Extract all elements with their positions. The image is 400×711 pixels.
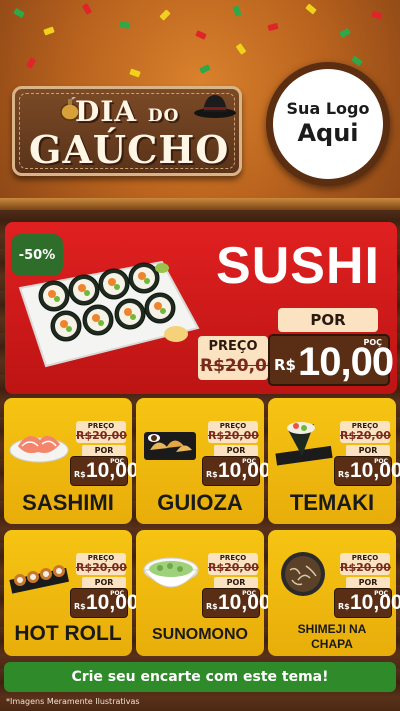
hat-icon [194, 95, 236, 118]
product-price-box: R$ 10,00 POÇ [202, 456, 271, 486]
event-title-badge: DIA DO GAÚCHO [12, 86, 242, 176]
product-old-price-box: PREÇO R$20,00 [340, 421, 391, 443]
product-card: PREÇO R$20,00 POR R$ 10,00 POÇ TEMAKI [268, 398, 400, 524]
product-old-price: R$20,00 [208, 429, 259, 442]
product-old-price: R$20,00 [340, 429, 391, 442]
discount-badge: -50% [11, 234, 63, 276]
product-card: PREÇO R$20,00 POR R$ 10,00 POÇ GUIOZA [136, 398, 271, 524]
product-currency: R$ [338, 470, 350, 479]
product-card: PREÇO R$20,00 POR R$ 10,00 POÇ HOT ROLL [4, 530, 139, 656]
product-poc: POÇ [110, 590, 124, 597]
confetti [267, 22, 279, 32]
product-card: PREÇO R$20,00 POR R$ 10,00 POÇ SUNOMONO [136, 530, 271, 656]
product-old-price: R$20,00 [76, 561, 127, 574]
featured-currency: R$ [274, 356, 296, 374]
product-old-price-box: PREÇO R$20,00 [208, 421, 259, 443]
product-price-box: R$ 10,00 POÇ [70, 456, 139, 486]
hot-roll-icon [9, 565, 70, 594]
product-currency: R$ [206, 602, 218, 611]
temaki-icon [275, 422, 333, 466]
confetti [305, 3, 317, 15]
product-old-price: R$20,00 [340, 561, 391, 574]
confetti [235, 43, 247, 55]
featured-old-price-box: PREÇO R$20,00 [198, 336, 279, 380]
product-price-box: R$ 10,00 POÇ [70, 588, 139, 618]
product-name: SHIMEJI NA CHAPA [297, 622, 367, 651]
product-old-price-box: PREÇO R$20,00 [208, 553, 259, 575]
featured-por-label: POR [278, 308, 378, 332]
confetti [119, 21, 131, 29]
sunomono-icon [142, 557, 200, 588]
product-card: PREÇO R$20,00 POR R$ 10,00 POÇ SASHIMI [4, 398, 139, 524]
header: DIA DO GAÚCHO Sua Logo Aqui [0, 0, 400, 205]
product-price-box: R$ 10,00 POÇ [202, 588, 271, 618]
product-old-price-box: PREÇO R$20,00 [340, 553, 391, 575]
product-card: PREÇO R$20,00 POR R$ 10,00 POÇ SHIMEJI N… [268, 530, 400, 656]
confetti [159, 9, 171, 21]
cta-banner[interactable]: Crie seu encarte com este tema! [4, 662, 396, 692]
confetti [25, 57, 37, 69]
logo-line2: Aqui [297, 119, 359, 147]
guioza-icon [144, 432, 196, 460]
confetti [199, 64, 211, 74]
sashimi-icon [9, 435, 69, 463]
featured-name: SUSHI [216, 237, 380, 295]
confetti [43, 26, 55, 36]
logo-line1: Sua Logo [286, 99, 370, 118]
product-currency: R$ [206, 470, 218, 479]
product-old-price-box: PREÇO R$20,00 [76, 421, 127, 443]
confetti [195, 30, 207, 40]
confetti [13, 7, 25, 19]
title-line2: GAÚCHO [29, 127, 230, 172]
product-poc: POÇ [110, 458, 124, 465]
featured-old-price: R$20,00 [200, 356, 279, 376]
featured-preco-label: PREÇO [208, 339, 258, 354]
wood-edge [0, 198, 400, 210]
product-currency: R$ [74, 602, 86, 611]
product-name: SASHIMI [22, 490, 114, 515]
featured-price-box: R$ 10,00 POÇ [268, 334, 394, 386]
product-name: TEMAKI [289, 490, 375, 515]
product-poc: POÇ [374, 590, 388, 597]
product-old-price: R$20,00 [208, 561, 259, 574]
confetti [232, 5, 242, 17]
product-name: GUIOZA [157, 490, 243, 515]
product-poc: POÇ [242, 458, 256, 465]
product-old-price-box: PREÇO R$20,00 [76, 553, 127, 575]
product-currency: R$ [338, 602, 350, 611]
product-name: HOT ROLL [14, 622, 122, 645]
title-line1: DIA DO [75, 95, 180, 128]
product-price-box: R$ 10,00 POÇ [334, 588, 400, 618]
confetti [351, 55, 363, 67]
product-name: SUNOMONO [152, 626, 248, 643]
footnote: *Imagens Meramente Ilustrativas [6, 697, 140, 706]
product-price-box: R$ 10,00 POÇ [334, 456, 400, 486]
confetti [339, 27, 351, 39]
confetti [81, 3, 93, 15]
product-poc: POÇ [374, 458, 388, 465]
shimeji-icon [281, 552, 325, 596]
product-poc: POÇ [242, 590, 256, 597]
confetti [129, 68, 141, 78]
featured-poc: POÇ [363, 338, 382, 347]
confetti [371, 10, 383, 20]
product-old-price: R$20,00 [76, 429, 127, 442]
logo-placeholder: Sua Logo Aqui [266, 62, 390, 186]
product-currency: R$ [74, 470, 86, 479]
